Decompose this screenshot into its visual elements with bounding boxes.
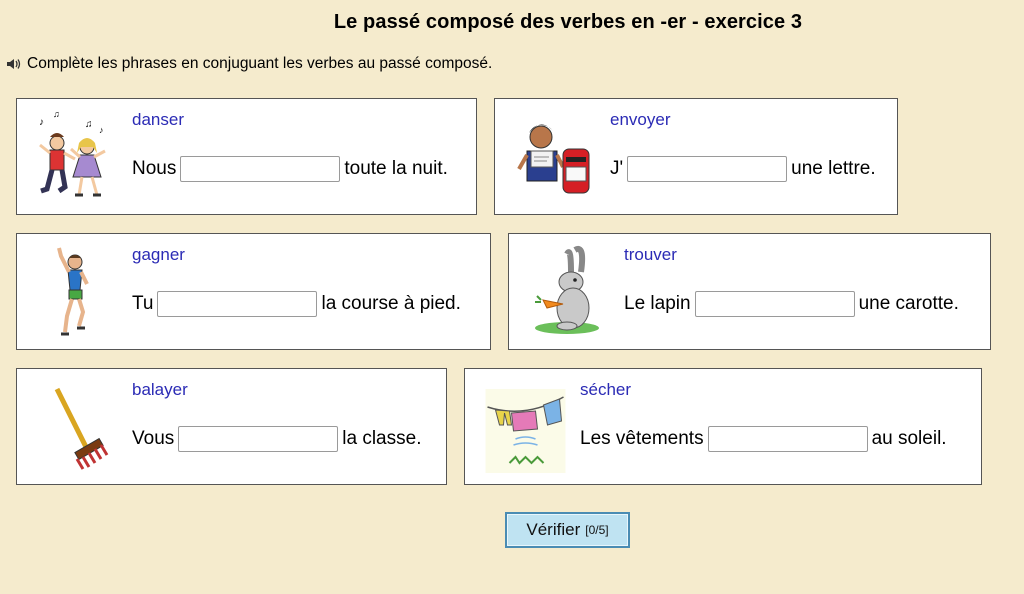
instruction-text: Complète les phrases en conjuguant les v…	[27, 55, 493, 72]
sentence-start: Les vêtements	[580, 428, 704, 449]
exercise-card-secher: sécher Les vêtements au soleil.	[464, 368, 982, 485]
sentence-start: Le lapin	[624, 293, 691, 314]
svg-text:♪: ♪	[39, 117, 44, 128]
verb-label: balayer	[132, 380, 188, 399]
answer-input-envoyer[interactable]	[627, 156, 788, 182]
exercise-card-gagner: gagner Tu la course à pied.	[16, 233, 491, 350]
sentence-start: Tu	[132, 293, 154, 314]
rabbit-carrot-icon	[535, 246, 599, 334]
broom-icon	[54, 387, 109, 470]
answer-input-trouver[interactable]	[694, 291, 855, 317]
sentence: Vous la classe.	[132, 426, 421, 452]
sentence: Le lapin une carotte.	[624, 291, 959, 317]
verify-label: Vérifier	[526, 520, 581, 539]
answer-input-gagner[interactable]	[157, 291, 318, 317]
svg-text:♪: ♪	[99, 125, 104, 135]
sentence: Nous toute la nuit.	[132, 156, 448, 182]
verb-label: gagner	[132, 245, 185, 264]
sentence-end: une carotte.	[858, 293, 959, 314]
instruction: Complète les phrases en conjuguant les v…	[6, 55, 492, 73]
verb-label: danser	[132, 110, 184, 129]
answer-input-balayer[interactable]	[178, 426, 339, 452]
dancing-children-icon: ♪ ♫ ♫ ♪	[39, 109, 106, 197]
clothesline-icon	[485, 389, 566, 473]
speaker-icon[interactable]	[6, 58, 22, 70]
sentence-end: la classe.	[342, 428, 422, 449]
page-title: Le passé composé des verbes en -er - exe…	[333, 11, 803, 33]
sentence-start: Vous	[132, 428, 175, 449]
answer-input-secher[interactable]	[707, 426, 868, 452]
sentence-start: J'	[610, 158, 624, 179]
sentence: Tu la course à pied.	[132, 291, 461, 317]
runner-icon	[57, 247, 89, 336]
sentence-start: Nous	[132, 158, 177, 179]
exercise-card-trouver: trouver Le lapin une carotte.	[508, 233, 991, 350]
exercise-card-balayer: balayer Vous la classe.	[16, 368, 447, 485]
sentence-end: une lettre.	[791, 158, 876, 179]
sentence-end: toute la nuit.	[344, 158, 448, 179]
sentence-end: la course à pied.	[321, 293, 461, 314]
exercise-card-envoyer: envoyer J' une lettre.	[494, 98, 898, 215]
svg-text:♫: ♫	[85, 119, 93, 130]
sentence-end: au soleil.	[871, 428, 947, 449]
verify-button[interactable]: Vérifier [0/5]	[505, 512, 630, 548]
svg-text:♫: ♫	[53, 109, 60, 119]
boy-mailbox-icon	[517, 124, 590, 194]
score-counter: [0/5]	[585, 523, 609, 537]
answer-input-danser[interactable]	[180, 156, 341, 182]
sentence: Les vêtements au soleil.	[580, 426, 947, 452]
verb-label: trouver	[624, 245, 677, 264]
sentence: J' une lettre.	[610, 156, 876, 182]
verb-label: sécher	[580, 380, 632, 399]
verb-label: envoyer	[610, 110, 671, 129]
exercise-card-danser: ♪ ♫ ♫ ♪ danser Nous toute la nuit.	[16, 98, 477, 215]
